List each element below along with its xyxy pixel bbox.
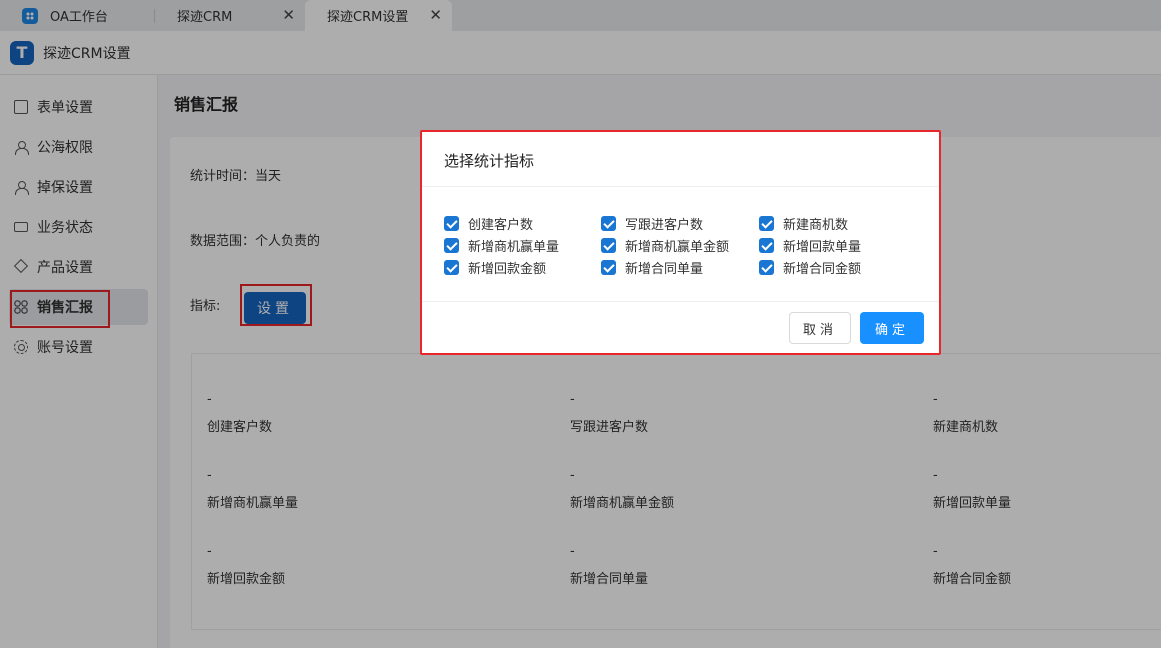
- checkbox-won-count[interactable]: 新增商机赢单量: [444, 236, 559, 255]
- checkbox-won-amount[interactable]: 新增商机赢单金额: [601, 236, 729, 255]
- checkbox-checked-icon[interactable]: [601, 260, 616, 275]
- checkbox-label: 新建商机数: [783, 218, 849, 233]
- checkbox-label: 新增商机赢单量: [468, 240, 560, 255]
- checkbox-label: 新增商机赢单金额: [625, 240, 730, 255]
- checkbox-label: 新增回款金额: [468, 262, 547, 277]
- checkbox-checked-icon[interactable]: [444, 216, 459, 231]
- checkbox-label: 写跟进客户数: [625, 218, 704, 233]
- select-metrics-dialog: 选择统计指标 创建客户数 写跟进客户数 新建商机数 新增商机赢单量 新增商机赢单…: [420, 130, 941, 355]
- checkbox-label: 新增合同单量: [625, 262, 704, 277]
- checkbox-checked-icon[interactable]: [601, 216, 616, 231]
- checkbox-payment-amount[interactable]: 新增回款金额: [444, 258, 546, 277]
- checkbox-create-customers[interactable]: 创建客户数: [444, 214, 533, 233]
- checkbox-checked-icon[interactable]: [759, 238, 774, 253]
- dialog-title: 选择统计指标: [444, 152, 535, 170]
- checkbox-checked-icon[interactable]: [444, 260, 459, 275]
- confirm-button[interactable]: 确定: [860, 312, 924, 344]
- checkbox-contract-count[interactable]: 新增合同单量: [601, 258, 703, 277]
- checkbox-payment-count[interactable]: 新增回款单量: [759, 236, 861, 255]
- checkbox-checked-icon[interactable]: [759, 260, 774, 275]
- checkbox-contract-amount[interactable]: 新增合同金额: [759, 258, 861, 277]
- checkbox-label: 创建客户数: [468, 218, 534, 233]
- checkbox-label: 新增回款单量: [783, 240, 862, 255]
- checkbox-label: 新增合同金额: [783, 262, 862, 277]
- divider: [422, 301, 939, 302]
- divider: [422, 186, 939, 187]
- checkbox-checked-icon[interactable]: [759, 216, 774, 231]
- checkbox-followup-customers[interactable]: 写跟进客户数: [601, 214, 703, 233]
- checkbox-new-opportunities[interactable]: 新建商机数: [759, 214, 848, 233]
- cancel-button[interactable]: 取消: [789, 312, 851, 344]
- checkbox-checked-icon[interactable]: [444, 238, 459, 253]
- checkbox-checked-icon[interactable]: [601, 238, 616, 253]
